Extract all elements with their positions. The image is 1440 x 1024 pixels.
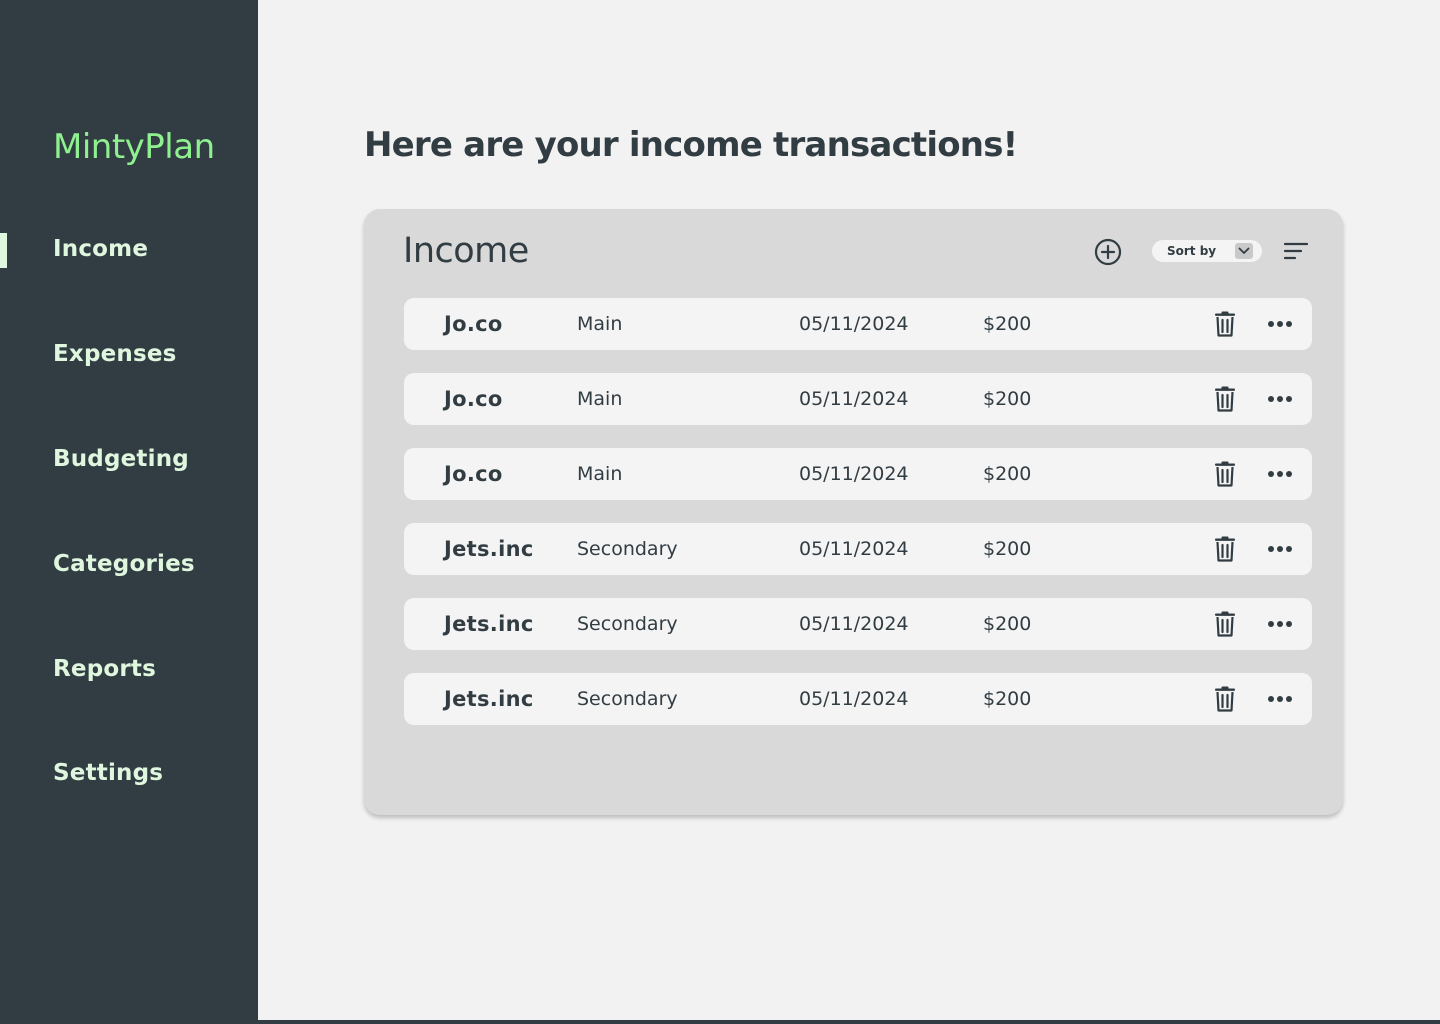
- transaction-row[interactable]: Jo.co Main 05/11/2024 $200: [404, 373, 1312, 425]
- more-options-button[interactable]: [1266, 539, 1294, 559]
- transaction-date: 05/11/2024: [799, 688, 909, 710]
- sort-by-dropdown[interactable]: Sort by: [1152, 240, 1262, 262]
- transaction-date: 05/11/2024: [799, 388, 909, 410]
- delete-button[interactable]: [1212, 535, 1238, 563]
- more-dots-icon: [1268, 696, 1292, 702]
- delete-button[interactable]: [1212, 310, 1238, 338]
- transaction-type: Main: [577, 313, 623, 335]
- transaction-type: Main: [577, 388, 623, 410]
- transaction-row[interactable]: Jo.co Main 05/11/2024 $200: [404, 298, 1312, 350]
- sidebar-item-reports[interactable]: Reports: [53, 656, 156, 682]
- trash-icon: [1215, 461, 1235, 487]
- transaction-row[interactable]: Jets.inc Secondary 05/11/2024 $200: [404, 598, 1312, 650]
- transaction-source: Jets.inc: [444, 612, 534, 636]
- trash-icon: [1215, 611, 1235, 637]
- trash-icon: [1215, 686, 1235, 712]
- chevron-down-icon: [1235, 243, 1253, 259]
- more-options-button[interactable]: [1266, 314, 1294, 334]
- more-options-button[interactable]: [1266, 689, 1294, 709]
- transaction-amount: $200: [983, 613, 1032, 635]
- trash-icon: [1215, 386, 1235, 412]
- bottom-bar: [258, 1020, 1440, 1024]
- more-dots-icon: [1268, 321, 1292, 327]
- more-dots-icon: [1268, 546, 1292, 552]
- transaction-source: Jo.co: [444, 387, 503, 411]
- transaction-row[interactable]: Jets.inc Secondary 05/11/2024 $200: [404, 523, 1312, 575]
- transaction-amount: $200: [983, 313, 1032, 335]
- transaction-date: 05/11/2024: [799, 613, 909, 635]
- delete-button[interactable]: [1212, 460, 1238, 488]
- sidebar-item-income[interactable]: Income: [53, 236, 148, 262]
- delete-button[interactable]: [1212, 610, 1238, 638]
- transaction-source: Jets.inc: [444, 687, 534, 711]
- transaction-source: Jo.co: [444, 312, 503, 336]
- panel-title: Income: [403, 231, 529, 271]
- transaction-amount: $200: [983, 688, 1032, 710]
- transaction-amount: $200: [983, 388, 1032, 410]
- more-options-button[interactable]: [1266, 389, 1294, 409]
- sidebar-item-expenses[interactable]: Expenses: [53, 341, 177, 367]
- nav-active-indicator: [0, 233, 7, 268]
- more-dots-icon: [1268, 396, 1292, 402]
- filter-button[interactable]: [1282, 239, 1310, 263]
- trash-icon: [1215, 311, 1235, 337]
- more-options-button[interactable]: [1266, 464, 1294, 484]
- delete-button[interactable]: [1212, 685, 1238, 713]
- sidebar-item-settings[interactable]: Settings: [53, 760, 163, 786]
- add-income-button[interactable]: [1093, 237, 1123, 267]
- transaction-amount: $200: [983, 538, 1032, 560]
- income-panel: Income Sort by Jo.co Main 05/11/2024 $20…: [364, 209, 1343, 815]
- transaction-type: Main: [577, 463, 623, 485]
- page-title: Here are your income transactions!: [364, 125, 1018, 165]
- trash-icon: [1215, 536, 1235, 562]
- more-options-button[interactable]: [1266, 614, 1294, 634]
- sort-by-label: Sort by: [1167, 244, 1217, 258]
- transaction-date: 05/11/2024: [799, 538, 909, 560]
- transaction-row[interactable]: Jo.co Main 05/11/2024 $200: [404, 448, 1312, 500]
- more-dots-icon: [1268, 621, 1292, 627]
- transaction-type: Secondary: [577, 538, 678, 560]
- transaction-type: Secondary: [577, 688, 678, 710]
- filter-lines-icon: [1283, 242, 1309, 260]
- transaction-type: Secondary: [577, 613, 678, 635]
- app-logo[interactable]: MintyPlan: [53, 127, 215, 167]
- plus-circle-icon: [1094, 238, 1122, 266]
- transaction-source: Jets.inc: [444, 537, 534, 561]
- sidebar: MintyPlan Income Expenses Budgeting Cate…: [0, 0, 258, 1024]
- more-dots-icon: [1268, 471, 1292, 477]
- transaction-amount: $200: [983, 463, 1032, 485]
- transaction-date: 05/11/2024: [799, 463, 909, 485]
- transaction-source: Jo.co: [444, 462, 503, 486]
- sidebar-item-categories[interactable]: Categories: [53, 551, 195, 577]
- transaction-row[interactable]: Jets.inc Secondary 05/11/2024 $200: [404, 673, 1312, 725]
- transaction-date: 05/11/2024: [799, 313, 909, 335]
- delete-button[interactable]: [1212, 385, 1238, 413]
- sidebar-item-budgeting[interactable]: Budgeting: [53, 446, 189, 472]
